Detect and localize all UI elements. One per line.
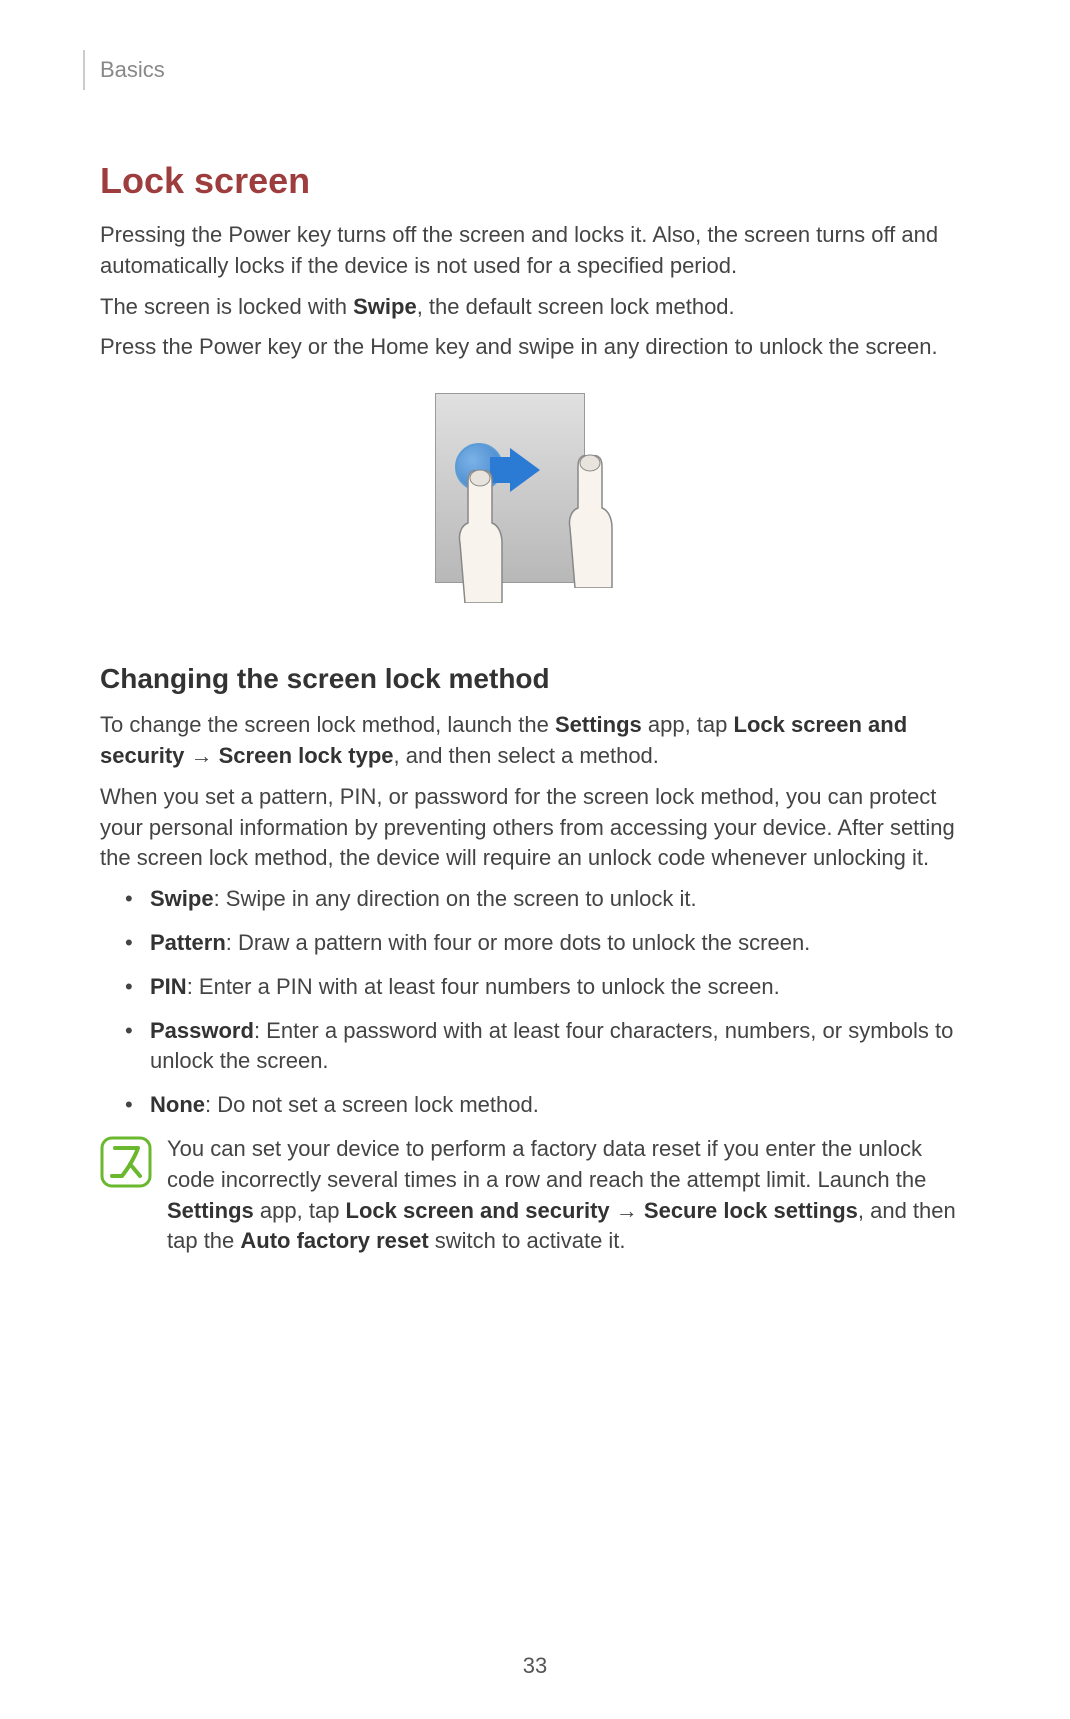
list-item-text: : Enter a PIN with at least four numbers… <box>187 974 780 999</box>
list-item-bold: Password <box>150 1018 254 1043</box>
intro-para-2-bold: Swipe <box>353 294 417 319</box>
finger-icon-left <box>450 463 510 603</box>
section-header-text: Basics <box>100 57 165 83</box>
page-number: 33 <box>523 1653 547 1679</box>
intro-para-2: The screen is locked with Swipe, the def… <box>100 292 970 323</box>
note-t1: You can set your device to perform a fac… <box>167 1136 926 1192</box>
s2p1-t3: → <box>184 743 218 768</box>
list-item-bold: Swipe <box>150 886 214 911</box>
section2-para-1: To change the screen lock method, launch… <box>100 710 970 772</box>
intro-para-3: Press the Power key or the Home key and … <box>100 332 970 363</box>
list-item-text: : Do not set a screen lock method. <box>205 1092 539 1117</box>
finger-icon-right <box>560 448 620 588</box>
s2p1-t4: , and then select a method. <box>394 743 659 768</box>
list-item-bold: None <box>150 1092 205 1117</box>
swipe-illustration-container <box>100 393 970 623</box>
note-t3: → <box>610 1198 644 1223</box>
note-text: You can set your device to perform a fac… <box>167 1134 970 1257</box>
s2p1-b1: Settings <box>555 712 642 737</box>
list-item: Pattern: Draw a pattern with four or mor… <box>120 928 970 959</box>
list-item: PIN: Enter a PIN with at least four numb… <box>120 972 970 1003</box>
note-b4: Auto factory reset <box>240 1228 428 1253</box>
lock-methods-list: Swipe: Swipe in any direction on the scr… <box>100 884 970 1121</box>
swipe-arrow-head <box>510 448 540 492</box>
list-item-text: : Swipe in any direction on the screen t… <box>214 886 697 911</box>
section2-para-2: When you set a pattern, PIN, or password… <box>100 782 970 874</box>
intro-para-2-before: The screen is locked with <box>100 294 353 319</box>
list-item: Swipe: Swipe in any direction on the scr… <box>120 884 970 915</box>
s2p1-t2: app, tap <box>642 712 734 737</box>
note-b3: Secure lock settings <box>644 1198 858 1223</box>
note-b2: Lock screen and security <box>346 1198 610 1223</box>
note-t2: app, tap <box>254 1198 346 1223</box>
list-item: Password: Enter a password with at least… <box>120 1016 970 1078</box>
list-item: None: Do not set a screen lock method. <box>120 1090 970 1121</box>
s2p1-t1: To change the screen lock method, launch… <box>100 712 555 737</box>
list-item-bold: PIN <box>150 974 187 999</box>
note-block: You can set your device to perform a fac… <box>100 1134 970 1257</box>
note-icon <box>100 1136 152 1188</box>
list-item-text: : Enter a password with at least four ch… <box>150 1018 953 1074</box>
intro-para-1: Pressing the Power key turns off the scr… <box>100 220 970 282</box>
section-heading: Changing the screen lock method <box>100 663 970 695</box>
page-title: Lock screen <box>100 160 970 202</box>
list-item-bold: Pattern <box>150 930 226 955</box>
note-b1: Settings <box>167 1198 254 1223</box>
section-header: Basics <box>83 50 970 90</box>
s2p1-b3: Screen lock type <box>219 743 394 768</box>
intro-para-2-after: , the default screen lock method. <box>417 294 735 319</box>
swipe-illustration <box>420 393 650 623</box>
list-item-text: : Draw a pattern with four or more dots … <box>226 930 811 955</box>
note-t5: switch to activate it. <box>429 1228 626 1253</box>
